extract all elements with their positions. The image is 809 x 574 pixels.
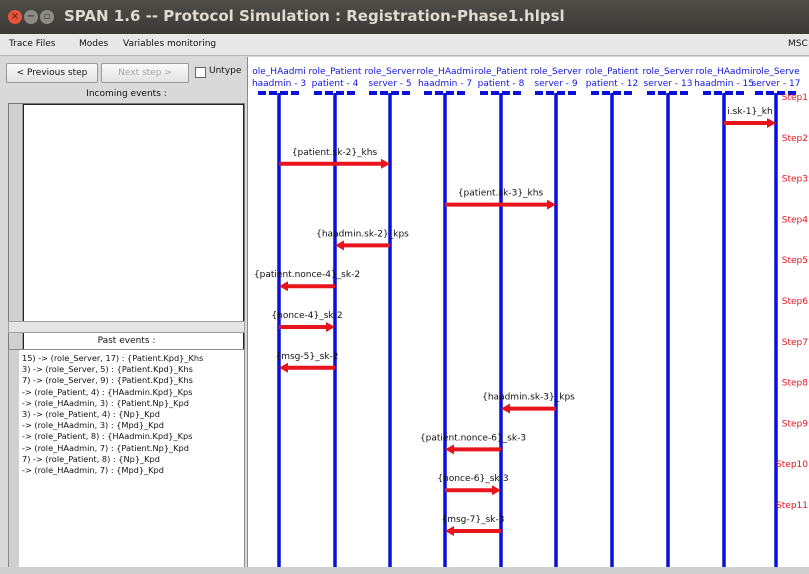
role-name-label: ole_HAadmi xyxy=(252,67,305,77)
step-label: Step9 xyxy=(782,419,808,429)
past-event-item[interactable]: -> (role_HAadmin, 3) : {Mpd}_Kpd xyxy=(22,420,203,431)
msc-diagram: ole_HAadmi haadmin - 3 role_Patient patient… xyxy=(247,57,809,574)
role-name-label: role_HAadmi xyxy=(417,67,474,77)
msc-label[interactable]: MSC xyxy=(788,39,808,49)
message-label: {patient.sk-2}_khs xyxy=(292,148,378,158)
role-instance-label: haadmin - 15 xyxy=(694,79,754,89)
message-label: {nonce-4}_sk-2 xyxy=(271,311,342,321)
next-step-button[interactable]: Next step > xyxy=(101,63,189,83)
maximize-icon[interactable]: ▫ xyxy=(40,10,54,24)
step-label: Step4 xyxy=(782,215,808,225)
msc-canvas: ole_HAadmihaadmin - 3role_Patientpatient… xyxy=(252,67,808,574)
window-title: SPAN 1.6 -- Protocol Simulation : Regist… xyxy=(64,7,565,25)
minimize-icon[interactable]: − xyxy=(24,10,38,24)
menu-trace-files[interactable]: Trace Files xyxy=(9,39,56,49)
role-name-label: role_Server xyxy=(642,67,693,77)
message-label: {patient.nonce-4}_sk-2 xyxy=(254,270,360,280)
past-event-item[interactable]: -> (role_HAadmin, 7) : {Mpd}_Kpd xyxy=(22,465,203,476)
past-events-list[interactable]: 15) -> (role_Server, 17) : {Patient.Kpd}… xyxy=(8,349,245,574)
past-event-item[interactable]: 7) -> (role_Patient, 8) : {Np}_Kpd xyxy=(22,454,203,465)
role-name-label: role_Patient xyxy=(475,67,528,77)
role-name-label: role_Serve xyxy=(752,67,800,77)
role-instance-label: haadmin - 3 xyxy=(252,79,306,89)
message-label: {msg-7}_sk-3 xyxy=(442,515,505,525)
message-label: {patient.nonce-6}_sk-3 xyxy=(420,433,526,443)
menu-modes[interactable]: Modes xyxy=(79,39,108,49)
previous-step-button[interactable]: < Previous step xyxy=(6,63,98,83)
role-instance-label: server - 17 xyxy=(752,79,801,89)
past-event-item[interactable]: -> (role_Patient, 8) : {HAadmin.Kpd}_Kps xyxy=(22,431,203,442)
role-instance-label: patient - 4 xyxy=(312,79,359,89)
role-instance-label: server - 9 xyxy=(534,79,577,89)
close-icon[interactable]: × xyxy=(8,10,22,24)
step-label: Step7 xyxy=(782,338,808,348)
past-vertical-scrollbar[interactable] xyxy=(9,350,19,573)
incoming-horizontal-scrollbar[interactable] xyxy=(8,321,245,333)
message-label: {haadmin.sk-2}_kps xyxy=(316,229,409,239)
role-instance-label: server - 13 xyxy=(644,79,693,89)
untype-checkbox[interactable] xyxy=(195,67,206,78)
incoming-events-content xyxy=(23,104,244,353)
past-event-item[interactable]: 3) -> (role_Patient, 4) : {Np}_Kpd xyxy=(22,409,203,420)
role-name-label: role_HAadmi xyxy=(696,67,753,77)
past-event-item[interactable]: 15) -> (role_Server, 17) : {Patient.Kpd}… xyxy=(22,353,203,364)
role-name-label: role_Patient xyxy=(309,67,362,77)
past-event-item[interactable]: -> (role_Patient, 4) : {HAadmin.Kpd}_Kps xyxy=(22,387,203,398)
role-instance-label: patient - 8 xyxy=(478,79,525,89)
left-panel: < Previous step Next step > Untype Incom… xyxy=(0,57,247,574)
message-label: {nonce-6}_sk-3 xyxy=(437,474,508,484)
incoming-vertical-scrollbar[interactable] xyxy=(9,104,23,353)
past-event-item[interactable]: -> (role_HAadmin, 3) : {Patient.Np}_Kpd xyxy=(22,398,203,409)
step-label: Step8 xyxy=(782,379,808,389)
step-label: Step3 xyxy=(782,175,808,185)
step-label: Step5 xyxy=(782,256,808,266)
message-label: {haadmin.sk-3}_kps xyxy=(482,393,575,403)
incoming-events-header: Incoming events : xyxy=(86,89,167,99)
past-events-header: Past events : xyxy=(97,336,156,346)
role-name-label: role_Patient xyxy=(586,67,639,77)
bottom-scrollbar[interactable] xyxy=(0,567,809,574)
role-name-label: role_Server xyxy=(530,67,581,77)
untype-label: Untype xyxy=(209,66,242,76)
message-label: i.sk-1}_kh xyxy=(727,107,772,117)
title-bar: × − ▫ SPAN 1.6 -- Protocol Simulation : … xyxy=(0,0,809,34)
role-instance-label: server - 5 xyxy=(368,79,411,89)
step-label: Step6 xyxy=(782,297,808,307)
past-event-item[interactable]: 7) -> (role_Server, 9) : {Patient.Kpd}_K… xyxy=(22,375,203,386)
step-label: Step2 xyxy=(782,134,808,144)
message-label: {patient.sk-3}_khs xyxy=(458,189,544,199)
step-label: Step11 xyxy=(776,501,808,511)
menu-variables-monitoring[interactable]: Variables monitoring xyxy=(123,39,216,49)
past-event-item[interactable]: 3) -> (role_Server, 5) : {Patient.Kpd}_K… xyxy=(22,364,203,375)
menu-bar: Trace Files Modes Variables monitoring xyxy=(0,34,809,56)
step-label: Step10 xyxy=(776,460,808,470)
step-label: Step1 xyxy=(782,93,808,103)
role-name-label: role_Server xyxy=(364,67,415,77)
past-events-items: 15) -> (role_Server, 17) : {Patient.Kpd}… xyxy=(22,353,203,476)
message-label: {msg-5}_sk-2 xyxy=(276,352,339,362)
role-instance-label: patient - 12 xyxy=(586,79,638,89)
incoming-events-list[interactable] xyxy=(8,103,245,354)
past-event-item[interactable]: -> (role_HAadmin, 7) : {Patient.Np}_Kpd xyxy=(22,443,203,454)
role-instance-label: haadmin - 7 xyxy=(418,79,472,89)
